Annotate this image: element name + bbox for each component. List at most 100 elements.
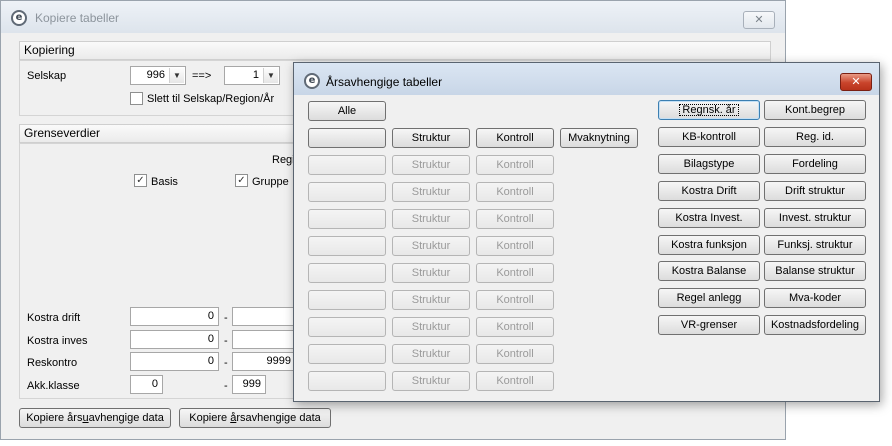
table-name-button[interactable] bbox=[308, 209, 386, 229]
button-label: Kostra Balanse bbox=[671, 265, 747, 277]
gruppe-checkbox-label: Gruppe bbox=[252, 176, 289, 188]
table-name-button[interactable] bbox=[308, 236, 386, 256]
chevron-down-icon: ▼ bbox=[169, 68, 184, 83]
button-label: Kopiere års bbox=[26, 412, 83, 424]
table-button[interactable]: Regnsk. år bbox=[658, 100, 760, 120]
struktur-button[interactable]: Struktur bbox=[392, 317, 470, 337]
selskap-from-select[interactable]: 996 ▼ bbox=[130, 66, 186, 85]
struktur-button[interactable]: Struktur bbox=[392, 290, 470, 310]
struktur-button[interactable]: Struktur bbox=[392, 209, 470, 229]
close-button[interactable]: ✕ bbox=[743, 11, 775, 29]
table-button[interactable]: Kostnadsfordeling bbox=[764, 315, 866, 335]
button-label: Kont.begrep bbox=[785, 104, 845, 116]
button-label: Mva-koder bbox=[789, 292, 841, 304]
kontroll-button[interactable]: Kontroll bbox=[476, 344, 554, 364]
kontroll-button[interactable]: Kontroll bbox=[476, 155, 554, 175]
basis-checkbox[interactable]: ✓ bbox=[134, 174, 147, 187]
table-button[interactable]: Kont.begrep bbox=[764, 100, 866, 120]
table-button[interactable]: Kostra funksjon bbox=[658, 235, 760, 255]
button-label: KB-kontroll bbox=[682, 131, 736, 143]
table-button[interactable]: KB-kontroll bbox=[658, 127, 760, 147]
button-label: rsavhengige data bbox=[236, 412, 321, 424]
selskap-from-value: 996 bbox=[146, 69, 165, 81]
button-label: VR-grenser bbox=[680, 319, 738, 331]
button-label: Kostra funksjon bbox=[671, 239, 747, 251]
button-label: avhengige data bbox=[88, 412, 164, 424]
table-button[interactable]: Mva-koder bbox=[764, 288, 866, 308]
range-from-input[interactable]: 0 bbox=[130, 330, 219, 349]
range-from-input[interactable]: 0 bbox=[130, 375, 163, 394]
table-button[interactable]: Funksj. struktur bbox=[764, 235, 866, 255]
alle-button[interactable]: Alle bbox=[308, 101, 386, 121]
kontroll-button[interactable]: Kontroll bbox=[476, 371, 554, 391]
table-button[interactable]: Kostra Drift bbox=[658, 181, 760, 201]
range-to-input[interactable]: 9999 bbox=[232, 352, 296, 371]
table-button[interactable]: Balanse struktur bbox=[764, 261, 866, 281]
kontroll-button[interactable]: Kontroll bbox=[476, 236, 554, 256]
range-dash: - bbox=[224, 335, 228, 347]
table-button[interactable]: Invest. struktur bbox=[764, 208, 866, 228]
table-button[interactable]: Bilagstype bbox=[658, 154, 760, 174]
selskap-label: Selskap bbox=[27, 70, 67, 82]
kontroll-button[interactable]: Kontroll bbox=[476, 182, 554, 202]
kontroll-button[interactable]: Kontroll bbox=[476, 128, 554, 148]
table-button[interactable]: Fordeling bbox=[764, 154, 866, 174]
selskap-to-select[interactable]: 1 ▼ bbox=[224, 66, 280, 85]
button-label: Fordeling bbox=[792, 158, 838, 170]
selskap-to-value: 1 bbox=[252, 69, 259, 81]
table-name-button[interactable] bbox=[308, 344, 386, 364]
range-label: Kostra inves bbox=[27, 335, 88, 347]
table-name-button[interactable] bbox=[308, 290, 386, 310]
range-to-input[interactable]: 999 bbox=[232, 375, 266, 394]
table-button[interactable]: Kostra Balanse bbox=[658, 261, 760, 281]
range-from-input[interactable]: 0 bbox=[130, 307, 219, 326]
range-to-input[interactable] bbox=[232, 307, 296, 326]
table-button[interactable]: Drift struktur bbox=[764, 181, 866, 201]
struktur-button[interactable]: Struktur bbox=[392, 263, 470, 283]
table-name-button[interactable] bbox=[308, 371, 386, 391]
table-button[interactable]: Reg. id. bbox=[764, 127, 866, 147]
table-name-button[interactable] bbox=[308, 128, 386, 148]
app-logo-icon: e bbox=[11, 10, 27, 26]
range-dash: - bbox=[224, 380, 228, 392]
struktur-button[interactable]: Struktur bbox=[392, 128, 470, 148]
range-to-input[interactable] bbox=[232, 330, 296, 349]
table-name-button[interactable] bbox=[308, 155, 386, 175]
table-button[interactable]: Kostra Invest. bbox=[658, 208, 760, 228]
gruppe-checkbox[interactable]: ✓ bbox=[235, 174, 248, 187]
regi-label: Regi bbox=[272, 154, 295, 166]
dialog-title-bar: e Årsavhengige tabeller ✕ bbox=[294, 63, 879, 95]
button-label: Invest. struktur bbox=[778, 212, 852, 224]
button-label: Kostra Invest. bbox=[675, 212, 743, 224]
button-label: Kostnadsfordeling bbox=[770, 319, 860, 331]
button-label: Drift struktur bbox=[785, 185, 845, 197]
struktur-button[interactable]: Struktur bbox=[392, 155, 470, 175]
struktur-button[interactable]: Struktur bbox=[392, 236, 470, 256]
kontroll-button[interactable]: Kontroll bbox=[476, 317, 554, 337]
range-dash: - bbox=[224, 357, 228, 369]
kopiere-arsuavhengige-button[interactable]: Kopiere årsuavhengige data bbox=[19, 408, 171, 428]
kontroll-button[interactable]: Kontroll bbox=[476, 263, 554, 283]
table-button[interactable]: VR-grenser bbox=[658, 315, 760, 335]
close-button[interactable]: ✕ bbox=[840, 73, 872, 91]
window-title: Kopiere tabeller bbox=[35, 11, 120, 25]
table-name-button[interactable] bbox=[308, 182, 386, 202]
mvaknytning-button[interactable]: Mvaknytning bbox=[560, 128, 638, 148]
struktur-button[interactable]: Struktur bbox=[392, 344, 470, 364]
table-name-button[interactable] bbox=[308, 317, 386, 337]
table-name-button[interactable] bbox=[308, 263, 386, 283]
table-button[interactable]: Regel anlegg bbox=[658, 288, 760, 308]
range-from-input[interactable]: 0 bbox=[130, 352, 219, 371]
slett-checkbox[interactable] bbox=[130, 92, 143, 105]
struktur-button[interactable]: Struktur bbox=[392, 371, 470, 391]
range-label: Kostra drift bbox=[27, 312, 81, 324]
kontroll-button[interactable]: Kontroll bbox=[476, 209, 554, 229]
struktur-button[interactable]: Struktur bbox=[392, 182, 470, 202]
arrow-label: ==> bbox=[192, 70, 212, 82]
button-label: Kostra Drift bbox=[681, 185, 737, 197]
range-label: Akk.klasse bbox=[27, 380, 80, 392]
kontroll-button[interactable]: Kontroll bbox=[476, 290, 554, 310]
button-label: Bilagstype bbox=[683, 158, 735, 170]
button-label: Regnsk. år bbox=[679, 104, 739, 116]
kopiere-arsavhengige-button[interactable]: Kopiere årsavhengige data bbox=[179, 408, 331, 428]
